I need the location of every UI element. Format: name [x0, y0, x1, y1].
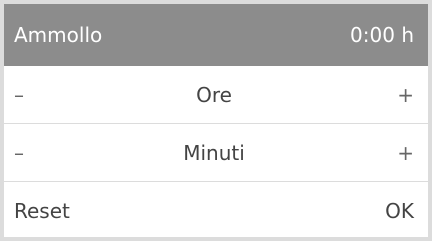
minutes-row: – Minuti +: [4, 124, 428, 182]
minutes-decrement-button[interactable]: –: [14, 141, 34, 165]
hours-label: Ore: [196, 82, 232, 107]
time-value: 0:00 h: [350, 23, 414, 47]
panel-header: Ammollo 0:00 h: [4, 4, 428, 66]
minutes-increment-button[interactable]: +: [394, 141, 414, 165]
hours-row: – Ore +: [4, 66, 428, 124]
minutes-label: Minuti: [183, 140, 245, 165]
hours-decrement-button[interactable]: –: [14, 83, 34, 107]
panel-title: Ammollo: [14, 23, 103, 47]
ok-button[interactable]: OK: [385, 199, 414, 223]
reset-button[interactable]: Reset: [14, 199, 70, 223]
soak-timer-panel: Ammollo 0:00 h – Ore + – Minuti + Reset …: [0, 0, 432, 241]
actions-row: Reset OK: [4, 182, 428, 240]
hours-increment-button[interactable]: +: [394, 83, 414, 107]
